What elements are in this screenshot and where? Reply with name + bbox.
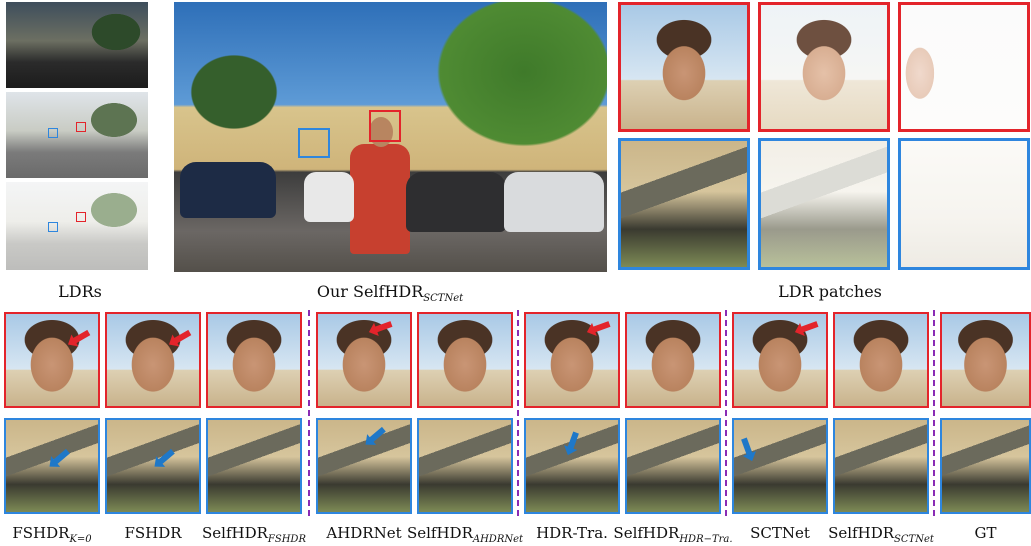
awning-region-box	[298, 128, 330, 158]
face-patch-hdr-tra	[524, 312, 620, 408]
artifact-arrow-icon	[591, 321, 611, 333]
ldr-patch-awning-3	[898, 138, 1030, 270]
artifact-arrow-icon	[172, 329, 192, 345]
caption-main-sub: SCTNet	[423, 293, 464, 305]
artifact-arrow-icon	[799, 321, 819, 333]
face-region-marker	[76, 122, 86, 132]
method-caption-selfhdr-fshdr: SelfHDRFSHDR	[202, 524, 306, 545]
method-caption-fshdr: FSHDR	[124, 524, 182, 542]
method-caption-selfhdr-ahdrnet: SelfHDRAHDRNet	[406, 524, 524, 545]
face-patch-gt	[940, 312, 1031, 408]
group-separator	[725, 310, 727, 516]
awning-patch-ahdrnet	[316, 418, 412, 514]
car-silver	[406, 172, 506, 232]
artifact-arrow-icon	[368, 426, 386, 444]
method-caption-sctnet: SCTNet	[750, 524, 810, 542]
ldr-patch-awning-2	[758, 138, 890, 270]
artifact-arrow-icon	[157, 448, 175, 466]
ldr-thumbnail-2	[6, 92, 148, 178]
face-patch-selfhdr-ahdrnet	[417, 312, 513, 408]
group-separator	[308, 310, 310, 516]
awning-region-marker	[48, 222, 58, 232]
face-region-box	[369, 110, 401, 142]
caption-main-prefix: Our SelfHDR	[316, 282, 424, 301]
method-caption-ahdrnet: AHDRNet	[326, 524, 402, 542]
person-figure	[350, 144, 410, 254]
group-separator	[517, 310, 519, 516]
awning-patch-hdr-tra	[524, 418, 620, 514]
awning-region-marker	[48, 128, 58, 138]
car-white-right	[504, 172, 604, 232]
ldr-patch-face-3	[898, 2, 1030, 132]
face-region-marker	[76, 212, 86, 222]
face-patch-sctnet	[732, 312, 828, 408]
awning-patch-fshdr-k0	[4, 418, 100, 514]
method-caption-gt: GT	[974, 524, 997, 542]
ldr-patch-awning-1	[618, 138, 750, 270]
ldr-thumbnail-1	[6, 2, 148, 88]
ldr-thumbnail-3	[6, 182, 148, 270]
awning-patch-selfhdr-fshdr	[206, 418, 302, 514]
car-white	[304, 172, 354, 222]
method-caption-selfhdr-hdr-tra: SelfHDRHDR−Tra.	[613, 524, 733, 545]
artifact-arrow-icon	[741, 437, 753, 457]
method-caption-fshdr-k0: FSHDRK=0	[12, 524, 92, 545]
face-patch-selfhdr-fshdr	[206, 312, 302, 408]
artifact-arrow-icon	[567, 431, 579, 451]
awning-patch-fshdr	[105, 418, 201, 514]
artifact-arrow-icon	[71, 329, 91, 345]
main-hdr-result	[174, 2, 607, 272]
artifact-arrow-icon	[52, 448, 70, 466]
awning-patch-gt	[940, 418, 1031, 514]
face-patch-selfhdr-sctnet	[833, 312, 929, 408]
car-dark	[180, 162, 276, 218]
face-patch-selfhdr-hdr-tra	[625, 312, 721, 408]
awning-patch-selfhdr-sctnet	[833, 418, 929, 514]
method-caption-hdr-tra: HDR-Tra.	[536, 524, 608, 542]
method-caption-selfhdr-sctnet: SelfHDRSCTNet	[828, 524, 934, 545]
face-patch-fshdr	[105, 312, 201, 408]
ldr-patch-face-1	[618, 2, 750, 132]
ldr-patch-face-2	[758, 2, 890, 132]
face-patch-fshdr-k0	[4, 312, 100, 408]
group-separator	[933, 310, 935, 516]
face-patch-ahdrnet	[316, 312, 412, 408]
caption-ldrs: LDRs	[58, 282, 102, 301]
caption-ldr-patches: LDR patches	[778, 282, 882, 301]
awning-patch-sctnet	[732, 418, 828, 514]
caption-main-result: Our SelfHDRSCTNet	[290, 283, 490, 308]
awning-patch-selfhdr-ahdrnet	[417, 418, 513, 514]
artifact-arrow-icon	[373, 321, 393, 333]
awning-patch-selfhdr-hdr-tra	[625, 418, 721, 514]
